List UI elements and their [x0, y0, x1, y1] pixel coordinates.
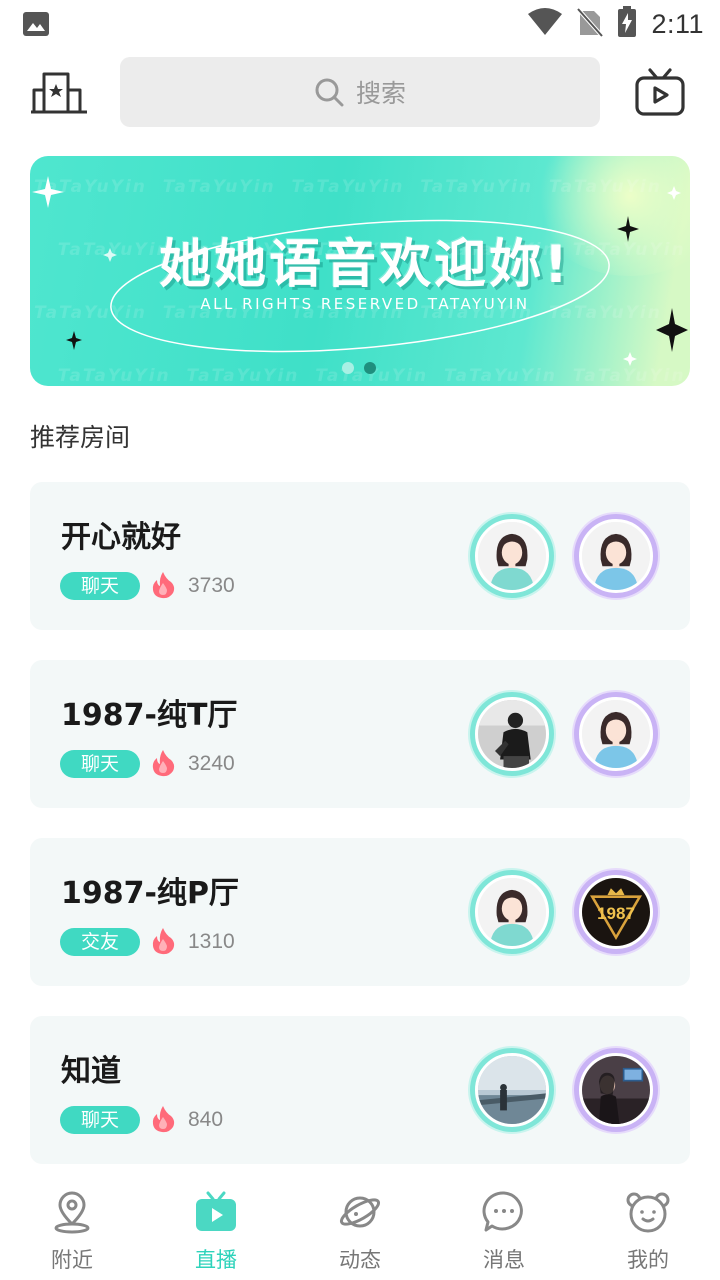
mic-seat-avatar[interactable]	[574, 514, 658, 598]
tv-play-icon	[196, 1191, 236, 1231]
pager-dot[interactable]	[342, 362, 354, 374]
banner-title: 她她语音欢迎妳!	[159, 235, 571, 295]
room-heat-count: 3730	[188, 574, 235, 597]
room-name: 1987-纯P厅	[61, 876, 239, 911]
nav-label: 附近	[51, 1248, 93, 1272]
mic-seat-avatar[interactable]	[574, 870, 658, 954]
gallery-notification-icon	[22, 11, 50, 41]
bottom-nav: 附近 直播 动态 消息 我的	[0, 1180, 720, 1280]
chat-bubble-icon	[482, 1191, 523, 1232]
fire-icon	[152, 750, 175, 777]
nav-profile[interactable]: 我的	[576, 1180, 720, 1280]
live-tv-icon[interactable]	[634, 68, 686, 118]
battery-charging-icon	[617, 6, 637, 42]
room-tag: 聊天	[60, 572, 140, 600]
building-icon[interactable]	[30, 70, 90, 114]
mic-seat-avatar[interactable]	[470, 692, 554, 776]
room-tag: 交友	[60, 928, 140, 956]
nav-label: 我的	[627, 1248, 669, 1272]
room-card[interactable]: 开心就好 聊天 3730	[30, 482, 690, 630]
room-card[interactable]: 1987-纯P厅 交友 1310	[30, 838, 690, 986]
nav-messages[interactable]: 消息	[432, 1180, 576, 1280]
fire-icon	[152, 928, 175, 955]
nav-label: 动态	[339, 1248, 381, 1272]
fire-icon	[152, 572, 175, 599]
section-title: 推荐房间	[30, 423, 131, 452]
location-pin-icon	[54, 1191, 90, 1234]
promo-banner[interactable]: TaTaYuYin TaTaYuYin TaTaYuYin TaTaYuYin …	[30, 156, 690, 386]
no-sim-icon	[576, 7, 604, 41]
room-tag: 聊天	[60, 750, 140, 778]
wifi-icon	[527, 8, 563, 40]
planet-icon	[339, 1196, 381, 1228]
banner-subtitle: ALL RIGHTS RESERVED TATAYUYIN	[200, 295, 530, 313]
fire-icon	[152, 1106, 175, 1133]
clock: 2:11	[651, 8, 704, 39]
search-placeholder: 搜索	[355, 79, 406, 108]
nav-live[interactable]: 直播	[144, 1180, 288, 1280]
nav-nearby[interactable]: 附近	[0, 1180, 144, 1280]
mic-seat-avatar[interactable]	[470, 870, 554, 954]
room-name: 开心就好	[61, 520, 181, 555]
nav-moments[interactable]: 动态	[288, 1180, 432, 1280]
room-heat-count: 840	[188, 1108, 224, 1131]
top-header: 搜索	[0, 56, 720, 128]
room-tag: 聊天	[60, 1106, 140, 1134]
bear-face-icon	[626, 1192, 670, 1233]
search-bar[interactable]: 搜索	[120, 57, 600, 127]
mic-seat-avatar[interactable]	[574, 692, 658, 776]
room-heat-count: 3240	[188, 752, 235, 775]
room-card[interactable]: 1987-纯T厅 聊天 3240	[30, 660, 690, 808]
search-icon	[315, 78, 344, 107]
room-name: 知道	[61, 1054, 121, 1089]
room-card[interactable]: 知道 聊天 840	[30, 1016, 690, 1164]
pager-dot-active[interactable]	[364, 362, 376, 374]
mic-seat-avatar[interactable]	[470, 1048, 554, 1132]
mic-seat-avatar[interactable]	[574, 1048, 658, 1132]
status-bar: 2:11	[0, 0, 720, 48]
room-heat-count: 1310	[188, 930, 235, 953]
room-name: 1987-纯T厅	[61, 698, 238, 733]
banner-pager	[342, 362, 376, 374]
mic-seat-avatar[interactable]	[470, 514, 554, 598]
nav-label: 消息	[483, 1248, 525, 1272]
nav-label: 直播	[195, 1248, 237, 1272]
